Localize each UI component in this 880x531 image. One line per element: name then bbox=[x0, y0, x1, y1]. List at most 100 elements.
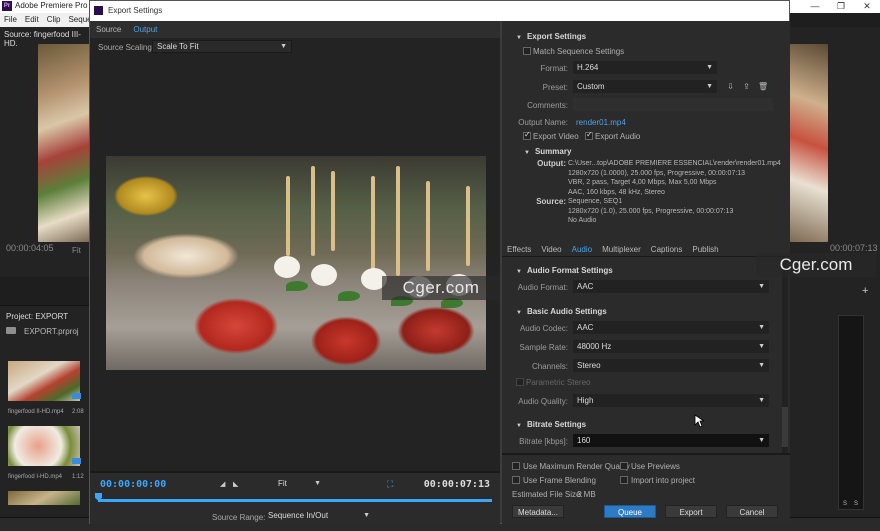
premiere-menubar: File Edit Clip Sequer bbox=[0, 13, 94, 27]
audio-quality-dropdown[interactable]: High ▼ bbox=[573, 394, 769, 407]
toothpick bbox=[286, 176, 290, 256]
export-options: Use Maximum Render Quality Use Previews … bbox=[502, 453, 790, 524]
audio-quality-value: High bbox=[577, 396, 594, 405]
source-fit-dropdown[interactable]: Fit bbox=[72, 246, 81, 255]
save-preset-icon[interactable]: ⇩ bbox=[726, 82, 735, 91]
scrollbar-thumb[interactable] bbox=[782, 407, 788, 447]
audio-format-label: Audio Format: bbox=[517, 283, 568, 292]
import-preset-icon[interactable]: ⇪ bbox=[742, 82, 751, 91]
maximize-icon[interactable]: ❐ bbox=[828, 0, 854, 13]
channels-dropdown[interactable]: Stereo ▼ bbox=[573, 359, 769, 372]
menu-file[interactable]: File bbox=[4, 13, 17, 27]
export-settings-header[interactable]: ▼ Export Settings bbox=[516, 32, 586, 41]
audio-format-header[interactable]: ▼ Audio Format Settings bbox=[516, 266, 613, 275]
clip-duration: 2:08 bbox=[72, 409, 84, 415]
use-previews-checkbox[interactable] bbox=[620, 462, 628, 470]
summary-source-label: Source: bbox=[536, 197, 566, 206]
match-sequence-label: Match Sequence Settings bbox=[533, 47, 625, 56]
sample-rate-dropdown[interactable]: 48000 Hz ▼ bbox=[573, 340, 769, 353]
source-scaling-dropdown[interactable]: Scale To Fit ▼ bbox=[152, 40, 292, 53]
export-button[interactable]: Export bbox=[665, 505, 717, 518]
collapse-triangle-icon: ▼ bbox=[524, 150, 530, 156]
bitrate-dropdown[interactable]: 160 ▼ bbox=[573, 434, 769, 447]
audio-quality-label: Audio Quality: bbox=[518, 397, 568, 406]
tab-video[interactable]: Video bbox=[536, 243, 566, 256]
clip-name: fingerfood I-HD.mp4 bbox=[8, 474, 63, 480]
export-audio-label: Export Audio bbox=[595, 132, 641, 141]
clip-thumbnail[interactable] bbox=[8, 426, 80, 466]
preset-dropdown[interactable]: Custom ▼ bbox=[573, 80, 717, 93]
menu-clip[interactable]: Clip bbox=[47, 13, 61, 27]
timecode-in[interactable]: 00:00:00:00 bbox=[100, 479, 166, 490]
format-value: H.264 bbox=[577, 63, 599, 72]
clip-duration: 1:12 bbox=[72, 474, 84, 480]
summary-output-label: Output: bbox=[537, 159, 566, 168]
cancel-button[interactable]: Cancel bbox=[726, 505, 778, 518]
clip-thumbnail[interactable] bbox=[8, 361, 80, 401]
set-out-point-icon[interactable]: ◣ bbox=[233, 480, 238, 488]
tab-source[interactable]: Source bbox=[90, 21, 127, 38]
mozzarella bbox=[274, 256, 300, 278]
scrub-bar[interactable] bbox=[98, 499, 492, 502]
project-panel-title[interactable]: Project: EXPORT bbox=[6, 312, 68, 321]
output-name-label: Output Name: bbox=[518, 118, 568, 127]
set-in-point-icon[interactable]: ◢ bbox=[220, 480, 225, 488]
match-sequence-checkbox[interactable] bbox=[523, 47, 531, 55]
summary-header[interactable]: ▼ Summary bbox=[524, 147, 571, 156]
mozzarella bbox=[311, 264, 337, 286]
basic-audio-header[interactable]: ▼ Basic Audio Settings bbox=[516, 307, 607, 316]
toothpick bbox=[331, 171, 335, 251]
channels-value: Stereo bbox=[577, 361, 601, 370]
output-name-link[interactable]: render01.mp4 bbox=[576, 118, 626, 127]
parametric-stereo-checkbox[interactable] bbox=[516, 378, 524, 386]
basil-leaf bbox=[338, 291, 360, 301]
queue-button[interactable]: Queue bbox=[604, 505, 656, 518]
import-into-project-checkbox[interactable] bbox=[620, 476, 628, 484]
export-video-checkbox[interactable] bbox=[523, 130, 531, 140]
chevron-down-icon: ▼ bbox=[758, 283, 765, 290]
source-range-label: Source Range: bbox=[212, 513, 266, 522]
tab-captions[interactable]: Captions bbox=[646, 243, 688, 256]
frame-blending-checkbox[interactable] bbox=[512, 476, 520, 484]
source-range-dropdown[interactable]: Sequence In/Out ▼ bbox=[264, 510, 374, 522]
source-monitor-frame bbox=[38, 44, 90, 242]
export-settings-dialog: Export Settings Source Output Source Sca… bbox=[89, 0, 790, 524]
tab-multiplexer[interactable]: Multiplexer bbox=[597, 243, 646, 256]
chevron-down-icon: ▼ bbox=[758, 324, 765, 331]
collapse-triangle-icon: ▼ bbox=[516, 35, 522, 41]
tab-effects[interactable]: Effects bbox=[502, 243, 536, 256]
toothpick bbox=[426, 181, 430, 271]
audio-codec-dropdown[interactable]: AAC ▼ bbox=[573, 321, 769, 334]
preset-value: Custom bbox=[577, 82, 605, 91]
aspect-ratio-icon[interactable]: ⛶ bbox=[387, 479, 393, 490]
clip-badge-icon bbox=[72, 393, 81, 399]
tab-publish[interactable]: Publish bbox=[687, 243, 723, 256]
preset-label: Preset: bbox=[542, 83, 568, 92]
clip-thumbnail[interactable] bbox=[8, 491, 80, 505]
file-size-value: 3 MB bbox=[577, 490, 596, 499]
meter-solo-label[interactable]: S bbox=[854, 501, 858, 507]
tab-output[interactable]: Output bbox=[127, 21, 163, 38]
comments-field[interactable] bbox=[573, 98, 773, 111]
tab-audio[interactable]: Audio bbox=[567, 243, 597, 256]
bitrate-label: Bitrate [kbps]: bbox=[519, 437, 568, 446]
meter-solo-label[interactable]: S bbox=[843, 501, 847, 507]
close-icon[interactable]: ✕ bbox=[854, 0, 880, 13]
format-dropdown[interactable]: H.264 ▼ bbox=[573, 61, 717, 74]
chevron-down-icon: ▼ bbox=[758, 437, 765, 444]
zoom-fit-dropdown[interactable]: Fit ▼ bbox=[275, 478, 325, 490]
minimize-icon[interactable]: — bbox=[802, 0, 828, 13]
max-render-quality-checkbox[interactable] bbox=[512, 462, 520, 470]
collapse-triangle-icon: ▼ bbox=[516, 310, 522, 316]
settings-scrollbar[interactable] bbox=[782, 257, 788, 457]
bitrate-header[interactable]: ▼ Bitrate Settings bbox=[516, 420, 586, 429]
audio-format-dropdown[interactable]: AAC ▼ bbox=[573, 280, 769, 293]
delete-preset-icon[interactable]: 🗑 bbox=[758, 82, 768, 91]
metadata-button[interactable]: Metadata... bbox=[512, 505, 564, 518]
chevron-down-icon: ▼ bbox=[758, 343, 765, 350]
export-audio-checkbox[interactable] bbox=[585, 130, 593, 140]
collapse-triangle-icon: ▼ bbox=[516, 269, 522, 275]
add-icon[interactable]: + bbox=[862, 285, 868, 297]
sample-rate-value: 48000 Hz bbox=[577, 342, 612, 351]
menu-edit[interactable]: Edit bbox=[25, 13, 39, 27]
